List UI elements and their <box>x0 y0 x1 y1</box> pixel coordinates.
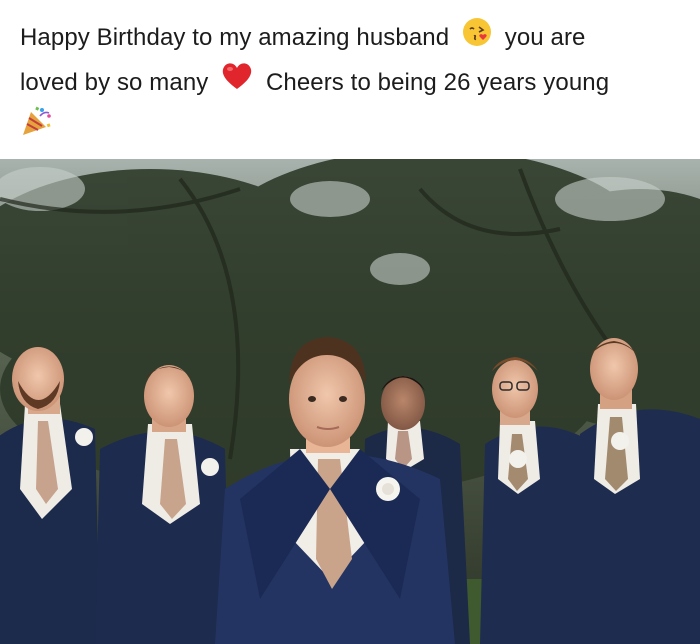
post-caption: Happy Birthday to my amazing husband you… <box>20 16 685 105</box>
caption-line1-suffix: you are <box>504 24 586 51</box>
caption-line1-prefix: Happy Birthday to my amazing husband <box>20 24 450 51</box>
party-popper-emoji-icon <box>20 104 54 138</box>
caption-line2-suffix: Cheers to being 26 years young <box>265 68 610 96</box>
kissing-face-emoji-icon <box>462 17 492 61</box>
caption-line2-prefix: loved by so many <box>20 68 209 96</box>
groom-and-groomsmen-photo <box>0 159 700 644</box>
red-heart-emoji-icon <box>221 61 253 105</box>
